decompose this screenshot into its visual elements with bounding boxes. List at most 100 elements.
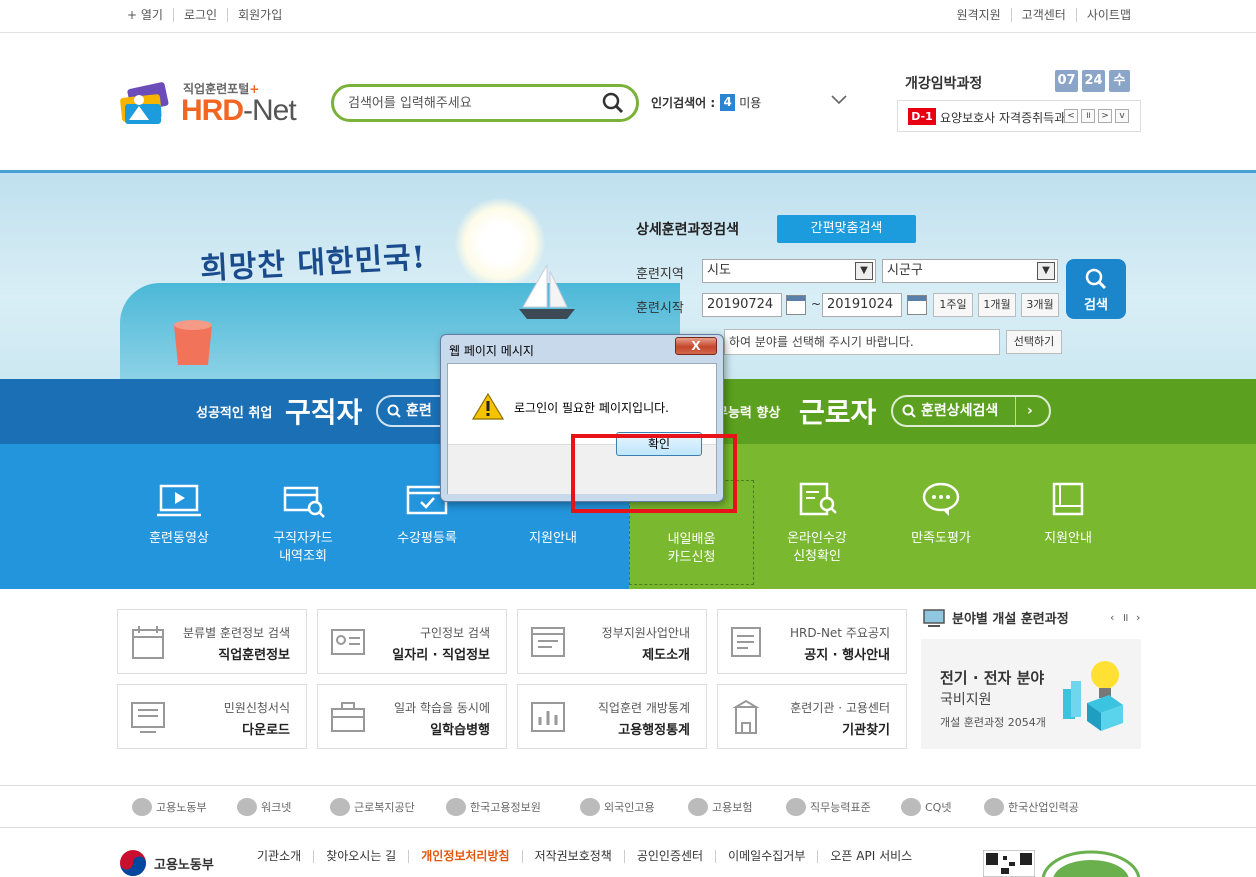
site-logo[interactable]: 직업훈련포털+ HRD-Net [115, 78, 315, 128]
dialog-title: 웹 페이지 메시지 [449, 344, 534, 358]
calendar-icon[interactable] [907, 295, 927, 315]
remote-support-link[interactable]: 원격지원 [956, 8, 1010, 22]
partner-moel[interactable]: 고용노동부 [132, 798, 207, 816]
footer-link-cert[interactable]: 공인인증센터 [623, 850, 715, 863]
video-icon [157, 484, 201, 517]
menu-online-check[interactable]: 온라인수강 신청확인 [762, 482, 872, 566]
period-1month-button[interactable]: 1개월 [978, 293, 1016, 317]
course-name[interactable]: 요양보호사 자격증취득과정 [940, 109, 1065, 126]
partner-logo-icon [330, 798, 350, 816]
partner-ei[interactable]: 고용보험 [688, 798, 752, 816]
quick-title: 일자리 · 직업정보 [392, 648, 490, 663]
popular-label: 인기검색어 : [651, 96, 716, 110]
quick-title: 일학습병행 [430, 723, 490, 738]
menu-training-video[interactable]: 훈련동영상 [124, 482, 234, 548]
chevron-down-icon[interactable] [830, 93, 848, 107]
briefcase-icon [331, 702, 365, 732]
jobseeker-title: 구직자 [285, 396, 363, 429]
footer-logo-text: 고용노동부 [154, 857, 214, 873]
popular-rank: 4 [720, 94, 736, 111]
monitor-icon [923, 609, 945, 627]
worker-search-button[interactable]: 훈련상세검색 › [891, 395, 1051, 427]
quick-sub: 정부지원사업안내 [601, 626, 690, 640]
quick-sub: 훈련기관 · 고용센터 [790, 701, 890, 715]
partner-ncs[interactable]: 직무능력표준 [786, 798, 871, 816]
popular-word[interactable]: 미용 [739, 94, 761, 111]
partner-comwel[interactable]: 근로복지공단 [330, 798, 415, 816]
period-1week-button[interactable]: 1주일 [933, 293, 973, 317]
quick-notice[interactable]: HRD-Net 주요공지 공지 · 행사안내 [717, 609, 907, 674]
partner-cq[interactable]: CQ넷 [901, 798, 951, 816]
gugun-value: 시군구 [887, 263, 923, 278]
search-input[interactable] [348, 93, 588, 113]
worker-tagline: 무능력 향상 [716, 406, 781, 421]
notice-icon [731, 627, 761, 657]
taegeuk-icon [120, 850, 146, 876]
footer-link-location[interactable]: 찾아오시는 길 [313, 850, 408, 863]
worker-title: 근로자 [799, 396, 877, 429]
course-day: 24 [1082, 70, 1105, 92]
quick-job-info[interactable]: 구인정보 검색 일자리 · 직업정보 [317, 609, 507, 674]
partner-logo-icon [901, 798, 921, 816]
pause-icon[interactable]: ॥ [1081, 109, 1095, 123]
footer-link-api[interactable]: 오픈 API 서비스 [817, 850, 924, 863]
start-label: 훈련시작 [636, 301, 684, 316]
quick-sub: 일과 학습을 동시에 [394, 701, 490, 715]
partner-eps[interactable]: 외국인고용 [580, 798, 655, 816]
sitemap-link[interactable]: 사이트맵 [1075, 8, 1131, 22]
calendar-icon [132, 626, 164, 659]
footer-link-privacy[interactable]: 개인정보처리방침 [408, 850, 521, 863]
partner-keis[interactable]: 한국고용정보원 [446, 798, 541, 816]
field-course-card[interactable]: 전기 · 전자 분야 국비지원 개설 훈련과정 2054개 [921, 639, 1141, 749]
login-link[interactable]: 로그인 [172, 8, 227, 22]
search-icon[interactable] [602, 92, 624, 114]
date-from-input[interactable]: 20190724 [702, 293, 782, 317]
prev-icon[interactable]: < [1064, 109, 1078, 123]
building-icon [732, 699, 760, 734]
menu-label: 온라인수강 신청확인 [787, 531, 847, 564]
pill-divider [1015, 397, 1016, 425]
close-icon[interactable]: X [675, 337, 717, 355]
expand-icon[interactable]: v [1115, 109, 1129, 123]
menu-worker-guide[interactable]: 지원안내 [1013, 482, 1123, 548]
quick-policy[interactable]: 정부지원사업안내 제도소개 [517, 609, 707, 674]
calendar-icon[interactable] [786, 295, 806, 315]
partner-logo-icon [237, 798, 257, 816]
utility-bar: + 열기 로그인 회원가입 원격지원 고객센터 사이트맵 [0, 0, 1256, 33]
period-3month-button[interactable]: 3개월 [1021, 293, 1059, 317]
quick-title: 기관찾기 [842, 723, 890, 738]
select-field-button[interactable]: 선택하기 [1006, 330, 1062, 354]
field-courses-title: 분야별 개설 훈련과정 [952, 612, 1069, 627]
field-select-input[interactable]: 하여 분야를 선택해 주시기 바랍니다. [724, 329, 1000, 355]
quick-statistics[interactable]: 직업훈련 개방통계 고용행정통계 [517, 684, 707, 749]
footer-logo: 고용노동부 [118, 848, 214, 877]
partner-logo-icon [984, 798, 1004, 816]
quick-work-learning[interactable]: 일과 학습을 동시에 일학습병행 [317, 684, 507, 749]
partner-worknet[interactable]: 워크넷 [237, 798, 291, 816]
menu-satisfaction[interactable]: 만족도평가 [886, 482, 996, 548]
signup-link[interactable]: 회원가입 [227, 8, 292, 22]
open-link[interactable]: + 열기 [127, 8, 173, 22]
gugun-select[interactable]: 시군구 ▼ [882, 259, 1058, 283]
quick-training-info[interactable]: 분류별 훈련정보 검색 직업훈련정보 [117, 609, 307, 674]
footer-link-email[interactable]: 이메일수집거부 [715, 850, 817, 863]
sido-select[interactable]: 시도 ▼ [702, 259, 876, 283]
quick-search-button[interactable]: 간편맞춤검색 [777, 215, 916, 243]
date-to-input[interactable]: 20191024 [822, 293, 902, 317]
customer-center-link[interactable]: 고객센터 [1010, 8, 1076, 22]
footer-link-copyright[interactable]: 저작권보호정책 [521, 850, 624, 863]
partner-hrdkorea[interactable]: 한국산업인력공 [984, 798, 1079, 816]
menu-card-history[interactable]: 구직자카드 내역조회 [248, 482, 358, 566]
detail-search-label: 검색 [1084, 298, 1108, 313]
quick-find-institution[interactable]: 훈련기관 · 고용센터 기관찾기 [717, 684, 907, 749]
partner-name: 한국고용정보원 [470, 801, 541, 814]
quick-sub: 민원신청서식 [223, 701, 290, 715]
id-card-icon [331, 629, 365, 655]
quick-forms[interactable]: 민원신청서식 다운로드 [117, 684, 307, 749]
footer-link-about[interactable]: 기관소개 [257, 850, 313, 863]
next-icon[interactable]: > [1098, 109, 1112, 123]
detail-search-button[interactable]: 검색 [1066, 259, 1126, 319]
quick-title: 공지 · 행사안내 [804, 648, 890, 663]
logo-icon [120, 82, 169, 124]
field-carousel-controls[interactable]: ‹ ॥ › [1110, 610, 1142, 625]
